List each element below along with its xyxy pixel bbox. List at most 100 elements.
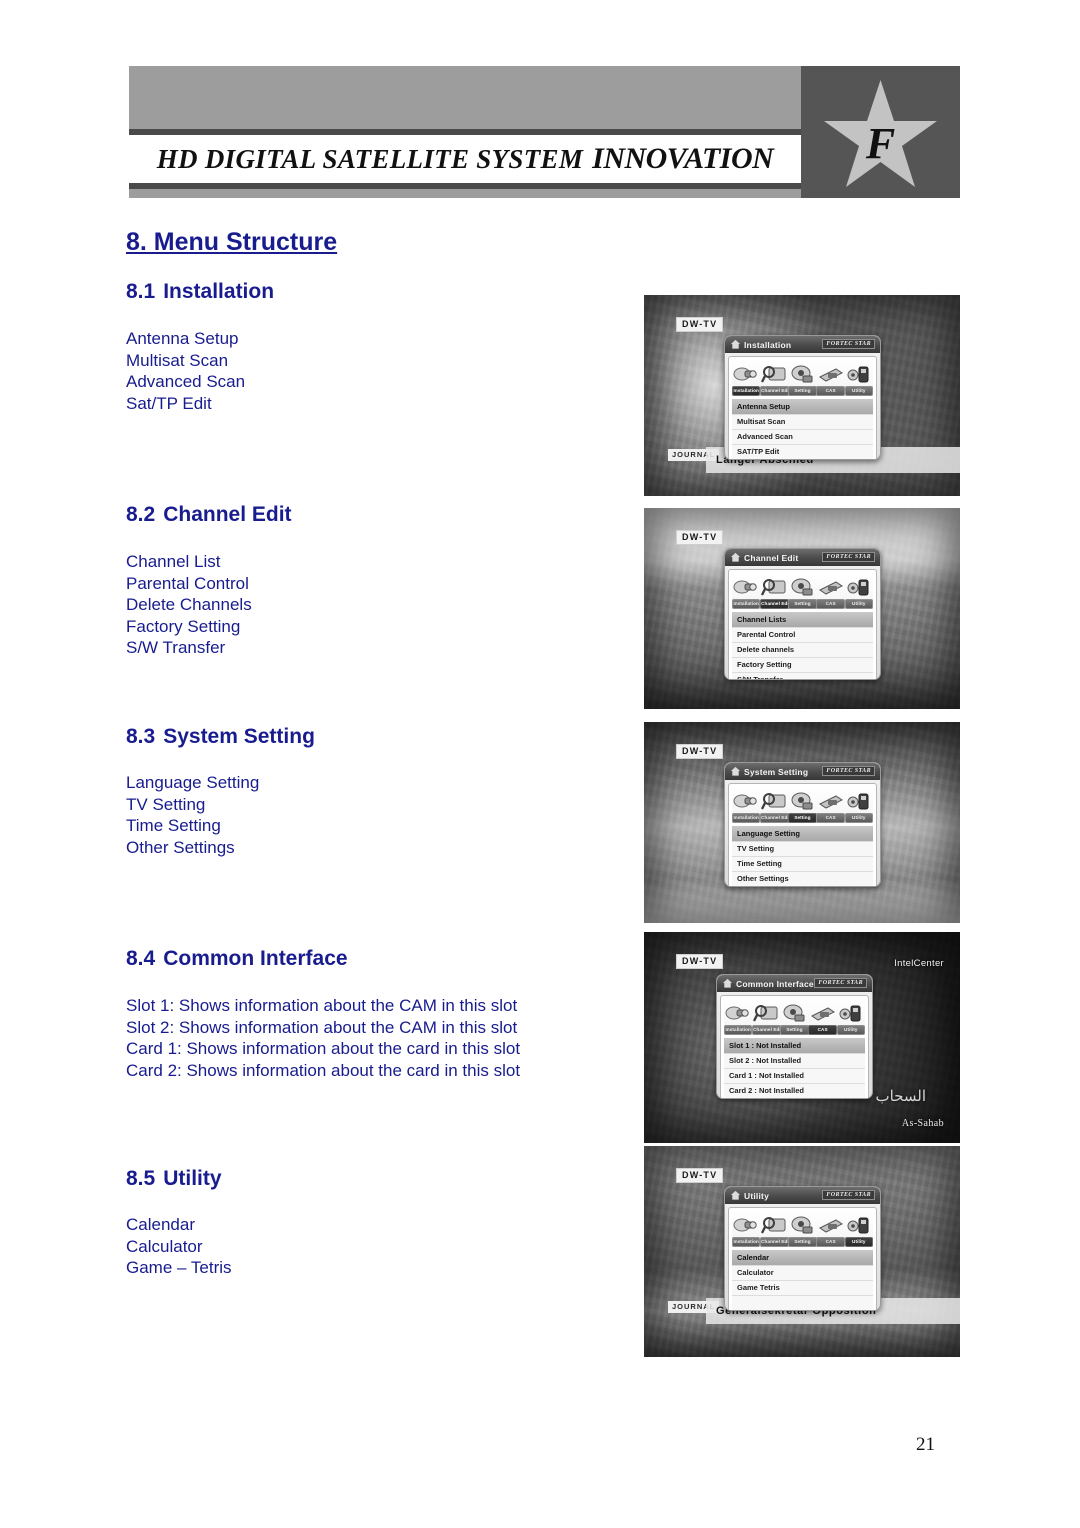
osd-tab-strip: Installation Channel Edit Setting CAS Ut… bbox=[732, 1211, 873, 1247]
osd-menu-item[interactable]: Channel Lists bbox=[732, 612, 873, 628]
osd-tab-label: Setting bbox=[788, 1237, 817, 1247]
osd-menu-item[interactable]: Slot 1 : Not Installed bbox=[724, 1038, 865, 1054]
osd-menu-list: Slot 1 : Not Installed Slot 2 : Not Inst… bbox=[724, 1037, 865, 1098]
osd-tab-label: Installation bbox=[732, 1237, 761, 1247]
osd-tab-installation[interactable]: Installation bbox=[732, 1213, 761, 1247]
osd-tab-utility[interactable]: Utility bbox=[844, 1213, 873, 1247]
broadcaster-logo: DW-TV bbox=[676, 317, 724, 332]
osd-tab-installation[interactable]: Installation bbox=[732, 789, 761, 823]
disc-gear-icon bbox=[789, 1213, 815, 1236]
disc-gear-icon bbox=[789, 789, 815, 812]
osd-tab-cas[interactable]: CAS bbox=[816, 789, 845, 823]
remote-tools-icon bbox=[846, 789, 872, 812]
osd-tab-strip: Installation Channel Edit Setting CAS Ut… bbox=[724, 999, 865, 1035]
osd-tab-label: CAS bbox=[816, 386, 845, 396]
home-icon bbox=[730, 766, 741, 776]
osd-tab-utility[interactable]: Utility bbox=[844, 789, 873, 823]
osd-tab-channel-edit[interactable]: Channel Edit bbox=[752, 1001, 781, 1035]
osd-menu-item[interactable]: Multisat Scan bbox=[732, 414, 873, 430]
osd-tab-installation[interactable]: Installation bbox=[732, 362, 761, 396]
osd-menu-item[interactable]: Factory Setting bbox=[732, 657, 873, 673]
page-title: 8. Menu Structure bbox=[126, 228, 338, 256]
section-number-8-3: 8.3 bbox=[126, 725, 156, 748]
osd-menu-item[interactable]: Calculator bbox=[732, 1265, 873, 1281]
osd-menu-list: Calendar Calculator Game Tetris bbox=[732, 1249, 873, 1310]
osd-tab-label: CAS bbox=[808, 1025, 837, 1035]
osd-tab-setting[interactable]: Setting bbox=[788, 789, 817, 823]
home-icon bbox=[730, 552, 741, 562]
osd-menu-item[interactable]: Delete channels bbox=[732, 642, 873, 658]
osd-titlebar: Installation FORTEC STAR bbox=[725, 336, 880, 353]
page-content: 8. Menu Structure 8.1 Installation Antenn… bbox=[0, 0, 1080, 1528]
osd-tab-channel-edit[interactable]: Channel Edit bbox=[760, 362, 789, 396]
list-item: Antenna Setup bbox=[126, 329, 239, 348]
osd-tab-strip: Installation Channel Edit Setting CAS Ut… bbox=[732, 787, 873, 823]
fortec-star-brand: FORTEC STAR bbox=[814, 978, 867, 988]
osd-menu-item[interactable]: Antenna Setup bbox=[732, 399, 873, 415]
intelcenter-watermark: IntelCenter bbox=[894, 958, 944, 969]
osd-title: Channel Edit bbox=[744, 552, 799, 563]
osd-tab-label: Setting bbox=[780, 1025, 809, 1035]
osd-tab-label: Utility bbox=[836, 1025, 865, 1035]
osd-tab-setting[interactable]: Setting bbox=[788, 362, 817, 396]
list-item: Slot 2: Shows information about the CAM … bbox=[126, 1017, 518, 1037]
list-item: Multisat Scan bbox=[126, 350, 229, 370]
osd-menu-list: Language Setting TV Setting Time Setting… bbox=[732, 825, 873, 886]
osd-dialog: Utility FORTEC STAR Installation Channel… bbox=[724, 1186, 881, 1311]
osd-tab-strip: Installation Channel Edit Setting CAS Ut… bbox=[732, 573, 873, 609]
osd-menu-item[interactable]: Time Setting bbox=[732, 856, 873, 872]
remote-tools-icon bbox=[838, 1001, 864, 1024]
osd-tab-cas[interactable]: CAS bbox=[816, 1213, 845, 1247]
list-item: Slot 1: Shows information about the CAM … bbox=[126, 996, 518, 1015]
installation-screenshot: DW-TV JOURNAL Langer Abschied Installati… bbox=[644, 295, 960, 496]
osd-tab-channel-edit[interactable]: Channel Edit bbox=[760, 1213, 789, 1247]
osd-body: Installation Channel Edit Setting CAS Ut… bbox=[720, 995, 869, 1098]
broadcaster-logo: DW-TV bbox=[676, 744, 724, 759]
osd-tab-cas[interactable]: CAS bbox=[816, 575, 845, 609]
section-heading-8-4: 8.4 Common Interface bbox=[126, 947, 348, 971]
osd-tab-channel-edit[interactable]: Channel Edit bbox=[760, 789, 789, 823]
osd-dialog: System Setting FORTEC STAR Installation bbox=[724, 762, 881, 887]
osd-tab-cas[interactable]: CAS bbox=[816, 362, 845, 396]
osd-tab-channel-edit[interactable]: Channel Edit bbox=[760, 575, 789, 609]
section-title-8-2: Channel Edit bbox=[163, 503, 292, 526]
osd-tab-cas[interactable]: CAS bbox=[808, 1001, 837, 1035]
fortec-star-brand: FORTEC STAR bbox=[822, 339, 875, 349]
osd-titlebar: Common Interface FORTEC STAR bbox=[717, 975, 872, 992]
osd-menu-item[interactable]: Language Setting bbox=[732, 826, 873, 842]
remote-tools-icon bbox=[846, 1213, 872, 1236]
osd-dialog: Installation FORTEC STAR Installation Ch… bbox=[724, 335, 881, 460]
list-item: Sat/TP Edit bbox=[126, 393, 212, 413]
list-item: Card 2: Shows information about the card… bbox=[126, 1060, 521, 1080]
remote-tools-icon bbox=[846, 362, 872, 385]
osd-menu-item[interactable]: S/W Transfer bbox=[732, 672, 873, 679]
osd-menu-item[interactable]: TV Setting bbox=[732, 841, 873, 857]
osd-tab-label: Setting bbox=[788, 813, 817, 823]
osd-tab-label: Channel Edit bbox=[752, 1025, 781, 1035]
osd-menu-item[interactable]: Slot 2 : Not Installed bbox=[724, 1053, 865, 1069]
osd-menu-item[interactable]: Parental Control bbox=[732, 627, 873, 643]
osd-tab-setting[interactable]: Setting bbox=[788, 1213, 817, 1247]
osd-tab-utility[interactable]: Utility bbox=[836, 1001, 865, 1035]
osd-menu-item[interactable]: Game Tetris bbox=[732, 1280, 873, 1296]
magnifier-tv-icon bbox=[761, 1213, 787, 1236]
osd-tab-label: Channel Edit bbox=[760, 386, 789, 396]
osd-menu-item[interactable]: Advanced Scan bbox=[732, 429, 873, 445]
section-heading-8-1: 8.1 Installation bbox=[126, 280, 274, 304]
osd-dialog: Common Interface FORTEC STAR Installatio… bbox=[716, 974, 873, 1099]
osd-tab-utility[interactable]: Utility bbox=[844, 575, 873, 609]
list-item: Calendar bbox=[126, 1215, 195, 1234]
osd-menu-item[interactable]: Calendar bbox=[732, 1250, 873, 1266]
osd-menu-item[interactable]: Card 2 : Not Installed bbox=[724, 1083, 865, 1098]
osd-tab-utility[interactable]: Utility bbox=[844, 362, 873, 396]
osd-tab-setting[interactable]: Setting bbox=[780, 1001, 809, 1035]
osd-tab-label: Setting bbox=[788, 599, 817, 609]
osd-tab-installation[interactable]: Installation bbox=[732, 575, 761, 609]
osd-menu-item[interactable]: SAT/TP Edit bbox=[732, 444, 873, 459]
osd-tab-setting[interactable]: Setting bbox=[788, 575, 817, 609]
list-item: Time Setting bbox=[126, 816, 221, 835]
osd-menu-item[interactable]: Card 1 : Not Installed bbox=[724, 1068, 865, 1084]
osd-menu-item[interactable]: Other Settings bbox=[732, 871, 873, 886]
fortec-star-brand: FORTEC STAR bbox=[822, 766, 875, 776]
osd-tab-installation[interactable]: Installation bbox=[724, 1001, 753, 1035]
